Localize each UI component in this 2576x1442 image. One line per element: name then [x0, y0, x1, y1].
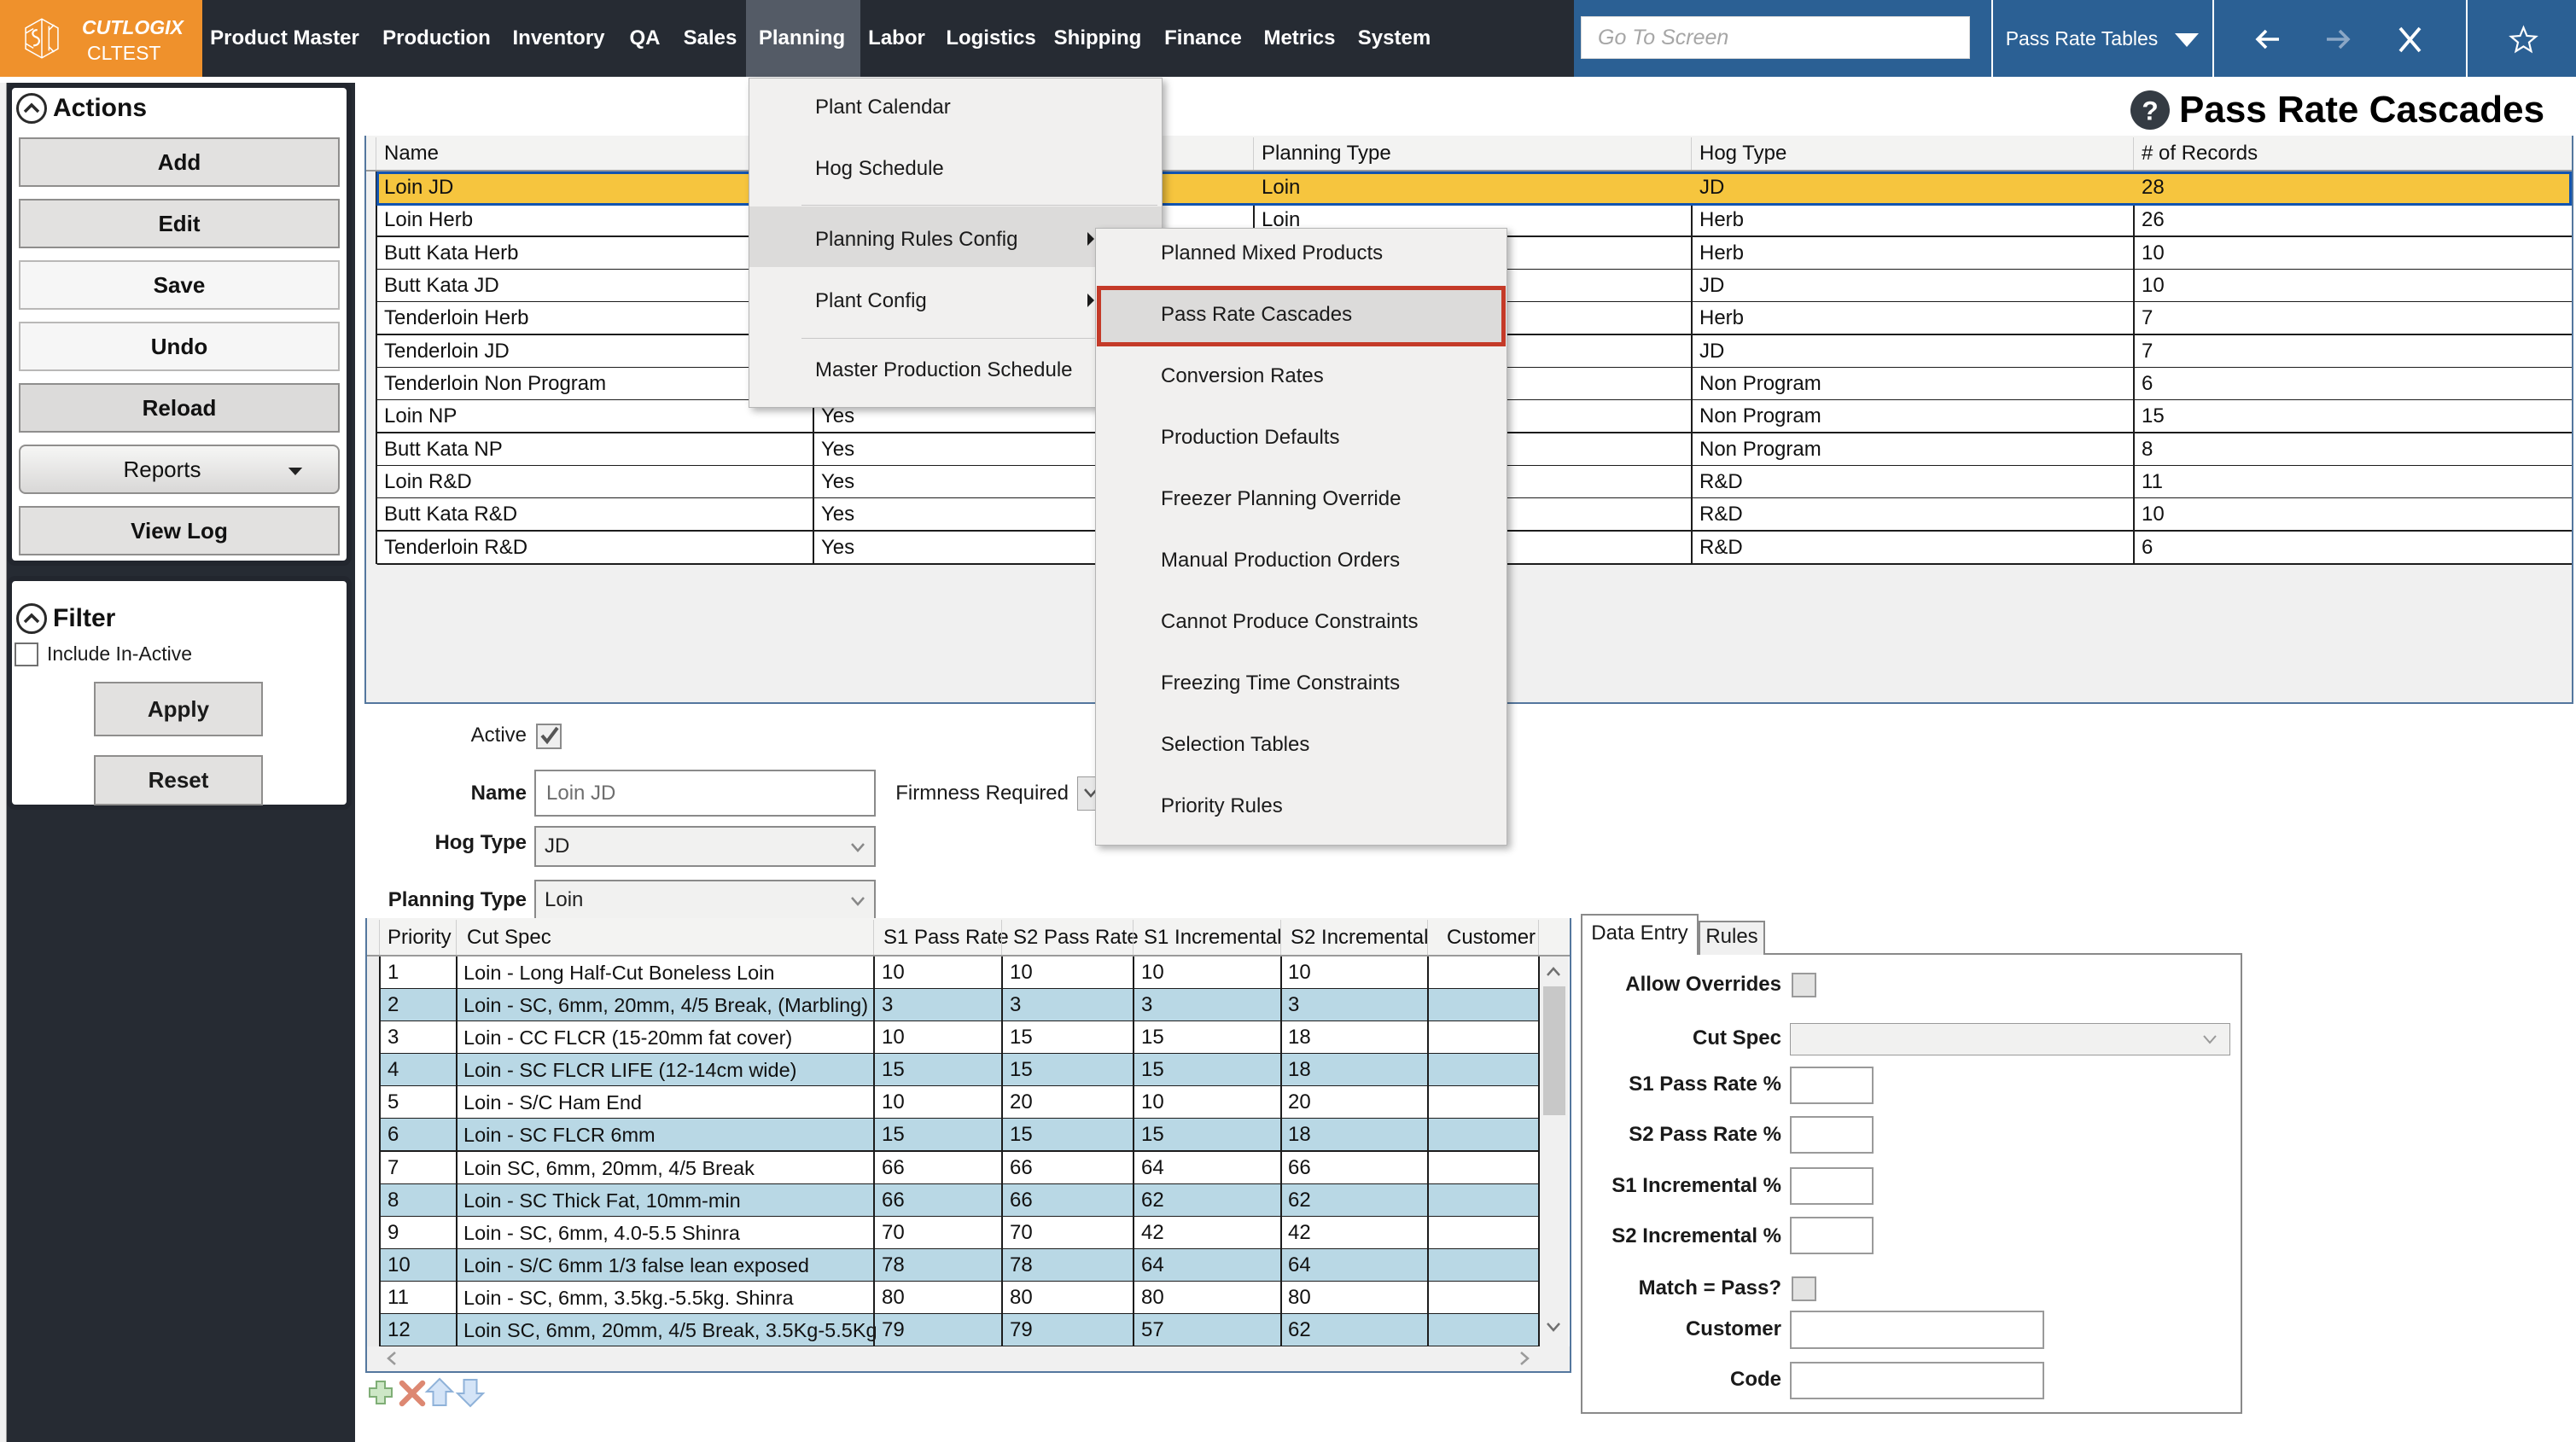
svg-text:?: ?: [2142, 96, 2158, 126]
